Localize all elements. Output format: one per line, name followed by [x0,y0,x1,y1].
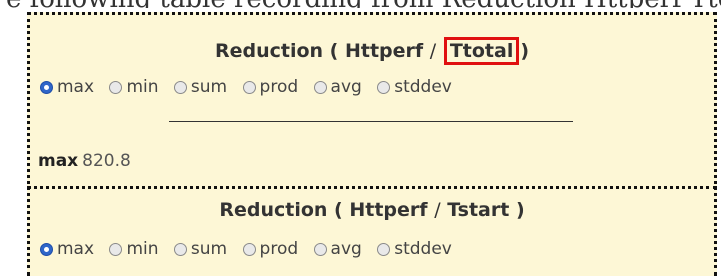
radio-avg[interactable]: avg [313,77,362,97]
divider [169,121,573,122]
reduction-result: max 820.8 [38,151,131,171]
radio-max[interactable]: max [40,239,94,259]
radio-prod[interactable]: prod [242,77,298,97]
reduction-panel-tstart: Reduction ( Httperf / Tstart ) max min s… [27,186,717,276]
reduction-panel-ttotal: Reduction ( Httperf / Ttotal) max min su… [27,12,717,190]
radio-icon[interactable] [242,242,256,256]
radio-max[interactable]: max [40,77,94,97]
radio-prod[interactable]: prod [242,239,298,259]
radio-icon[interactable] [173,242,187,256]
radio-icon[interactable] [109,242,123,256]
cropped-top-text: e following table recording from Reducti… [0,0,721,8]
panel-title: Reduction ( Httperf / Tstart ) [219,199,525,221]
radio-icon[interactable] [242,80,256,94]
result-value: 820.8 [82,151,131,171]
panel-title: Reduction ( Httperf / Ttotal) [30,37,714,65]
radio-min[interactable]: min [109,239,159,259]
radio-icon[interactable] [313,80,327,94]
radio-stddev[interactable]: stddev [377,239,452,259]
radio-sum[interactable]: sum [173,77,227,97]
result-label: max [38,151,79,171]
radio-icon[interactable] [109,80,123,94]
highlighted-metric: Ttotal [443,37,520,65]
radio-sum[interactable]: sum [173,239,227,259]
radio-icon[interactable] [173,80,187,94]
radio-avg[interactable]: avg [313,239,362,259]
radio-selected-icon[interactable] [40,242,53,256]
reduction-options: max min sum prod avg stddev [40,77,462,99]
radio-icon[interactable] [377,80,391,94]
reduction-options: max min sum prod avg stddev [40,239,462,261]
radio-icon[interactable] [377,242,391,256]
radio-selected-icon[interactable] [40,80,53,94]
radio-min[interactable]: min [109,77,159,97]
radio-stddev[interactable]: stddev [377,77,452,97]
radio-icon[interactable] [313,242,327,256]
